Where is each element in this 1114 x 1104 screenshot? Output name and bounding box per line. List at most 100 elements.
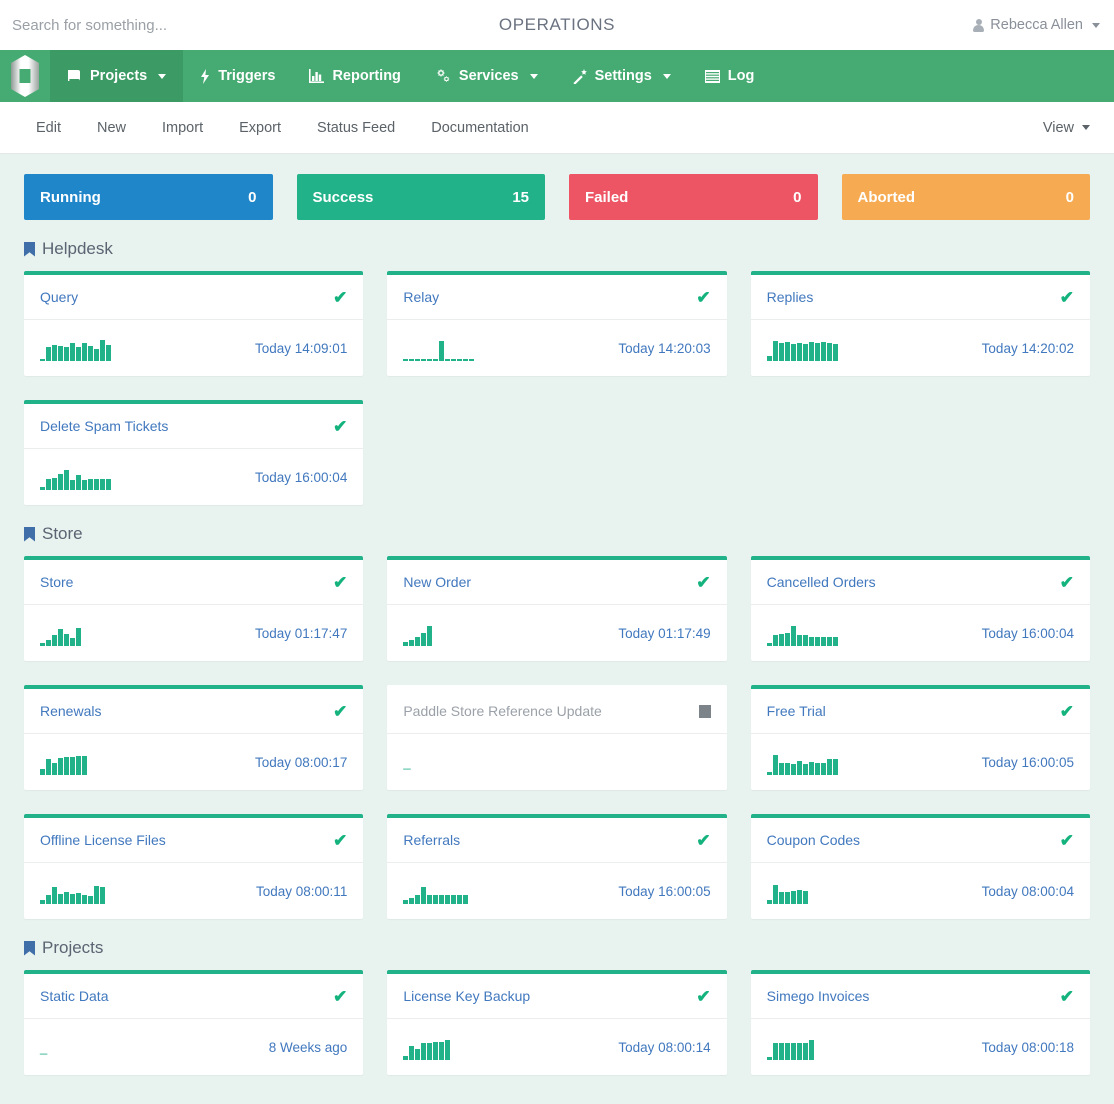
sparkline-bar [76,628,81,646]
project-card[interactable]: Paddle Store Reference Update _ [387,685,727,790]
sub-item-import[interactable]: Import [144,102,221,154]
project-card[interactable]: Relay ✔ Today 14:20:03 [387,271,727,376]
status-card-failed[interactable]: Failed 0 [569,174,818,220]
sparkline-bar [808,637,814,646]
sparkline-bar [802,891,808,904]
project-card[interactable]: License Key Backup ✔ Today 08:00:14 [387,970,727,1075]
project-card[interactable]: Replies ✔ Today 14:20:02 [750,271,1090,376]
sparkline-bar [439,1042,445,1060]
sparkline-bar [70,757,75,775]
card-title[interactable]: License Key Backup [403,988,530,1004]
sparkline-bar [814,637,820,646]
project-card[interactable]: Referrals ✔ Today 16:00:05 [387,814,727,919]
sparkline-bar [106,479,111,490]
card-title[interactable]: Simego Invoices [767,988,870,1004]
status-card-aborted[interactable]: Aborted 0 [841,174,1090,220]
project-card[interactable]: Cancelled Orders ✔ Today 16:00:04 [750,556,1090,661]
section-title: Store [42,524,83,543]
sub-item-new[interactable]: New [79,102,144,154]
sub-toolbar: Edit New Import Export Status Feed Docum… [0,102,1114,154]
check-icon: ✔ [333,416,348,436]
card-header: Replies ✔ [750,275,1090,320]
card-title[interactable]: Cancelled Orders [767,574,876,590]
card-timestamp: Today 16:00:04 [981,625,1074,641]
card-timestamp: Today 08:00:18 [981,1039,1074,1055]
logo-button[interactable] [0,50,50,102]
nav-item-settings[interactable]: Settings [555,50,688,102]
card-title[interactable]: Renewals [40,703,101,719]
nav-item-services[interactable]: Services [418,50,555,102]
project-card[interactable]: Coupon Codes ✔ Today 08:00:04 [750,814,1090,919]
card-title[interactable]: Query [40,289,78,305]
sparkline-bar [94,479,99,490]
status-card-running[interactable]: Running 0 [24,174,273,220]
sparkline-bar [100,887,105,904]
project-card[interactable]: New Order ✔ Today 01:17:49 [387,556,727,661]
nav-label: Services [458,68,519,84]
search-input[interactable] [0,1,360,49]
card-title[interactable]: Free Trial [767,703,826,719]
project-card[interactable]: Offline License Files ✔ Today 08:00:11 [24,814,364,919]
card-body: Today 16:00:04 [24,449,363,505]
nav-item-log[interactable]: Log [688,50,772,102]
sparkline-bar [409,898,415,904]
card-body: Today 14:20:03 [387,320,726,376]
sparkline [403,1034,451,1060]
card-title[interactable]: Relay [403,289,439,305]
sparkline-bar [70,638,75,646]
nav-label: Projects [90,68,148,84]
card-timestamp: Today 16:00:04 [255,469,348,485]
sparkline-bar [802,764,808,775]
sparkline-bar [766,356,772,361]
project-sections: Helpdesk Query ✔ Today 14:09:01 Relay ✔ Today … [24,239,1090,1075]
sparkline-bar [784,633,790,646]
sub-item-documentation[interactable]: Documentation [413,102,547,154]
card-body: _ [387,734,726,790]
card-title[interactable]: Offline License Files [40,832,166,848]
nav-item-reporting[interactable]: Reporting [292,50,417,102]
nav-label: Settings [594,68,652,84]
project-card[interactable]: Store ✔ Today 01:17:47 [24,556,364,661]
sparkline-bar [46,895,51,904]
project-card[interactable]: Delete Spam Tickets ✔ Today 16:00:04 [24,400,364,505]
sparkline-bar [826,759,832,775]
sparkline-bar [427,359,433,361]
card-header: Free Trial ✔ [750,689,1090,734]
sparkline-bar [46,347,51,361]
sparkline-bar [778,1043,784,1060]
chevron-down-icon [529,73,538,79]
card-title[interactable]: Static Data [40,988,108,1004]
sparkline-bar [76,475,81,490]
sparkline [40,464,111,490]
sub-item-export[interactable]: Export [221,102,299,154]
project-card[interactable]: Free Trial ✔ Today 16:00:05 [750,685,1090,790]
sparkline-bar [46,759,51,775]
card-title[interactable]: Coupon Codes [767,832,860,848]
project-card[interactable]: Renewals ✔ Today 08:00:17 [24,685,364,790]
card-title[interactable]: Delete Spam Tickets [40,418,168,434]
sparkline-bar [58,894,63,904]
card-title[interactable]: Referrals [403,832,460,848]
check-icon: ✔ [1059,572,1074,592]
sub-item-edit[interactable]: Edit [18,102,79,154]
sparkline-bar [403,642,409,646]
user-menu[interactable]: Rebecca Allen [973,17,1100,33]
nav-item-projects[interactable]: Projects [50,50,184,102]
card-title[interactable]: Store [40,574,73,590]
card-timestamp: Today 14:09:01 [255,340,348,356]
nav-item-triggers[interactable]: Triggers [183,50,292,102]
sparkline-bar [40,359,45,361]
project-card[interactable]: Query ✔ Today 14:09:01 [24,271,364,376]
status-card-success[interactable]: Success 15 [296,174,545,220]
view-menu[interactable]: View [1025,102,1096,154]
card-title[interactable]: Replies [767,289,814,305]
card-header: Offline License Files ✔ [24,818,364,863]
project-card[interactable]: Simego Invoices ✔ Today 08:00:18 [750,970,1090,1075]
sub-item-status-feed[interactable]: Status Feed [299,102,413,154]
project-card[interactable]: Static Data ✔ _ 8 Weeks ago [24,970,364,1075]
sparkline-bar [802,635,808,646]
sparkline-bar [433,1042,439,1060]
card-title[interactable]: New Order [403,574,471,590]
card-header: Referrals ✔ [387,818,727,863]
card-title[interactable]: Paddle Store Reference Update [403,703,601,719]
